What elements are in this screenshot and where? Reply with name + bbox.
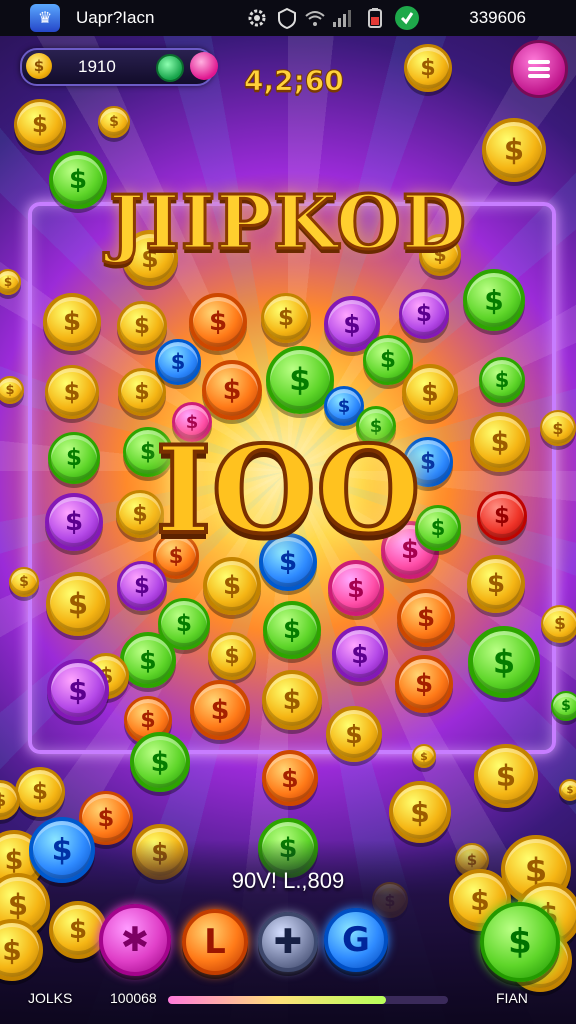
gold-coin-icon: $ bbox=[203, 557, 261, 615]
gold-coin-icon: $ bbox=[402, 364, 458, 420]
level-button[interactable]: L bbox=[182, 909, 248, 975]
menu-button[interactable] bbox=[510, 40, 568, 98]
blue-coin-icon: $ bbox=[155, 339, 201, 385]
green-coin-icon: $ bbox=[263, 601, 321, 659]
app-title: Uapr?Iacn bbox=[76, 8, 155, 27]
refresh-button[interactable]: G bbox=[324, 908, 388, 972]
gold-coin-icon: $ bbox=[98, 106, 130, 138]
bet-text: 90V! L.,809 bbox=[231, 868, 345, 893]
jackpot-title: JIIPKOD bbox=[108, 179, 468, 268]
green-coin-icon: $ bbox=[551, 691, 576, 721]
gold-coin-icon: $ bbox=[0, 376, 24, 404]
settings-icon bbox=[248, 9, 266, 27]
orange-coin-icon: $ bbox=[262, 750, 318, 806]
gold-coin-icon: $ bbox=[412, 744, 436, 768]
gold-coin-icon: $ bbox=[559, 779, 576, 801]
orb-icon[interactable] bbox=[190, 52, 218, 80]
green-coin-icon: $ bbox=[479, 357, 525, 403]
gold-coin-icon: $ bbox=[389, 781, 451, 843]
progress-fill bbox=[168, 996, 387, 1004]
app-icon: ♛ bbox=[30, 4, 60, 32]
menu-icon bbox=[528, 57, 550, 81]
gold-coin-icon: $ bbox=[467, 555, 525, 613]
shield-icon bbox=[278, 7, 296, 29]
footer-label-left: JOLKS bbox=[28, 990, 73, 1006]
purple-coin-icon: $ bbox=[399, 289, 449, 339]
spin-button[interactable]: $ bbox=[480, 902, 560, 982]
footer-label-right: FIAN bbox=[496, 990, 528, 1006]
win-amount: IOO bbox=[153, 418, 422, 563]
gold-coin-icon: $ bbox=[0, 269, 21, 295]
add-icon: ✚ bbox=[273, 922, 303, 962]
battery-icon bbox=[368, 8, 382, 28]
pink-coin-icon: $ bbox=[328, 560, 384, 616]
gold-coin-icon: $ bbox=[326, 706, 382, 762]
gold-coin-icon: $ bbox=[262, 670, 322, 730]
balance-pill[interactable]: $ 1910 bbox=[20, 48, 218, 86]
green-coin-icon: $ bbox=[130, 732, 190, 792]
gold-coin-icon: $ bbox=[45, 365, 99, 419]
green-coin-icon: $ bbox=[468, 626, 540, 698]
orange-coin-icon: $ bbox=[202, 360, 262, 420]
level-icon: L bbox=[204, 922, 226, 962]
green-coin-icon: $ bbox=[463, 269, 525, 331]
gold-coin-icon: $ bbox=[404, 44, 452, 92]
gold-coin-icon: $ bbox=[9, 567, 39, 597]
purple-coin-icon: $ bbox=[117, 561, 167, 611]
bonus-button[interactable]: ✱ bbox=[99, 904, 171, 976]
spin-icon: $ bbox=[508, 922, 532, 962]
refresh-icon: G bbox=[342, 920, 370, 960]
orange-coin-icon: $ bbox=[397, 589, 455, 647]
purple-coin-icon: $ bbox=[332, 626, 388, 682]
app-badge-icon bbox=[395, 6, 419, 30]
gold-coin-icon: $ bbox=[541, 605, 576, 643]
footer-value: 100068 bbox=[110, 990, 157, 1006]
gold-coin-icon: $ bbox=[46, 572, 110, 636]
gold-coin-icon: $ bbox=[43, 293, 101, 351]
add-button[interactable]: ✚ bbox=[258, 912, 318, 972]
signal-icon bbox=[333, 10, 351, 27]
gold-coin-icon: $ bbox=[117, 301, 167, 351]
purple-coin-icon: $ bbox=[47, 659, 109, 721]
orange-coin-icon: $ bbox=[395, 655, 453, 713]
gem-icon[interactable] bbox=[156, 54, 184, 82]
orange-coin-icon: $ bbox=[189, 293, 247, 351]
gold-coin-icon: $ bbox=[474, 744, 538, 808]
progress-bar bbox=[168, 996, 448, 1004]
gold-coin-icon: $ bbox=[482, 118, 546, 182]
gold-coin-icon: $ bbox=[261, 293, 311, 343]
coin-icon: $ bbox=[26, 53, 52, 79]
status-value: 339606 bbox=[469, 8, 526, 27]
orange-coin-icon: $ bbox=[190, 680, 250, 740]
gold-coin-icon: $ bbox=[49, 901, 107, 959]
bonus-icon: ✱ bbox=[120, 920, 150, 960]
wifi-icon bbox=[305, 11, 325, 26]
gold-coin-icon: $ bbox=[208, 632, 256, 680]
status-bar: ♛ Uapr?Iacn 339606 bbox=[0, 0, 576, 36]
balance-value: 1910 bbox=[78, 57, 116, 76]
gold-coin-icon: $ bbox=[15, 767, 65, 817]
top-score: 4,2;60 bbox=[244, 64, 345, 98]
gold-coin-icon: $ bbox=[14, 99, 66, 151]
